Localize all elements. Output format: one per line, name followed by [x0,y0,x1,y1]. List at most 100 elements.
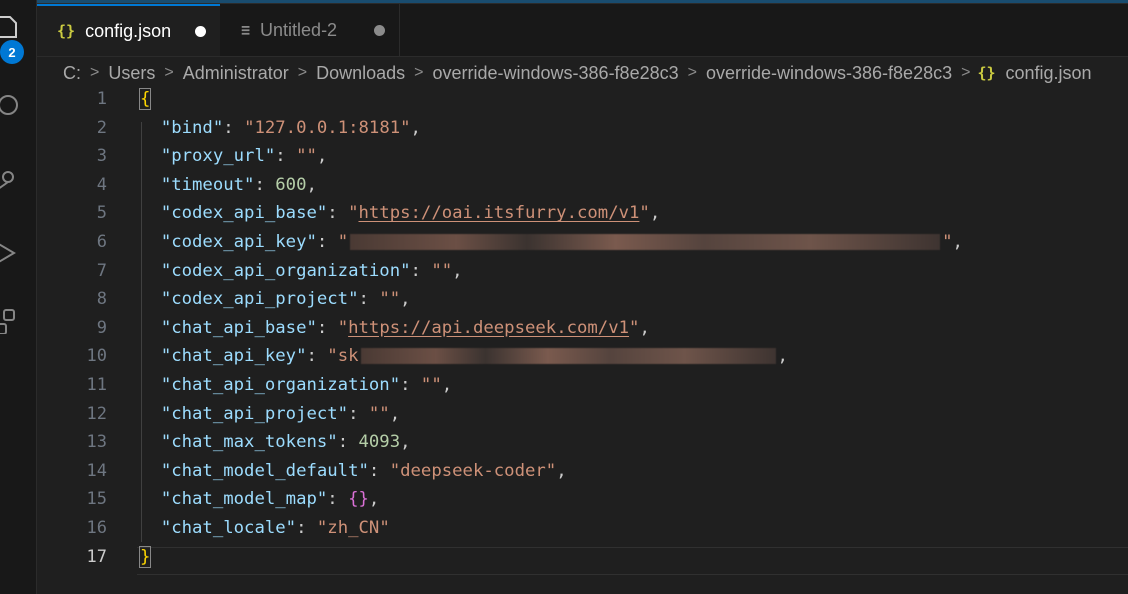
breadcrumb-item[interactable]: override-windows-386-f8e28c3 [430,63,680,84]
code-line[interactable]: "chat_api_organization": "", [140,375,963,404]
code-line[interactable]: "codex_api_project": "", [140,289,963,318]
line-number: 8 [96,289,107,310]
comma: , [639,317,650,338]
colon: : [254,174,276,195]
json-file-icon: {} [977,64,996,82]
chevron-right-icon: > [961,64,971,81]
breadcrumb-item[interactable]: Administrator [181,63,291,84]
breadcrumb-item[interactable]: Users [106,63,157,84]
code-line[interactable]: "chat_model_default": "deepseek-coder", [140,461,963,490]
json-number-value: 600 [275,174,307,195]
code-line[interactable]: "codex_api_key": " ", [140,232,963,261]
colon: : [296,517,317,538]
json-number-value: 4093 [358,432,401,453]
redacted-secret [360,348,776,365]
json-string-value: "" [296,146,317,167]
code-line[interactable]: } [138,545,963,576]
colon: : [368,460,390,481]
code-line[interactable]: "bind": "127.0.0.1:8181", [140,118,963,147]
json-string-value: "deepseek-coder" [389,460,557,481]
breadcrumb-item[interactable]: C: [61,63,83,84]
line-number: 1 [96,89,107,109]
code-line[interactable]: "chat_api_key": "sk, [140,346,963,375]
tab-untitled-2[interactable]: ≡ Untitled-2 [221,4,400,56]
comma: , [316,146,328,167]
search-icon[interactable] [0,92,20,118]
line-number: 14 [86,460,107,481]
code-editor[interactable]: 1 2 3 4 5 6 7 8 9 10 11 12 13 14 15 16 17 { "bind": "127… [37,88,1128,594]
line-number: 5 [96,203,107,224]
line-number: 9 [96,317,107,338]
json-key: "chat_api_organization" [160,374,401,395]
json-url-value[interactable]: https://api.deepseek.com/v1 [348,318,629,338]
json-string-quote: " [337,317,349,338]
breadcrumb: C: > Users > Administrator > Downloads >… [37,57,1128,89]
code-line[interactable]: { [138,88,963,118]
json-key: "codex_api_organization" [160,260,411,281]
code-line[interactable]: "timeout": 600, [140,175,963,204]
code-line[interactable]: "chat_locale": "zh_CN" [140,518,963,547]
comma: , [389,403,401,424]
code-content[interactable]: { "bind": "127.0.0.1:8181", "proxy_url":… [138,88,963,576]
code-line[interactable]: "chat_api_base": "https://api.deepseek.c… [140,318,963,347]
colon: : [306,346,328,367]
unsaved-dot-icon[interactable] [195,25,206,37]
code-line[interactable]: "chat_max_tokens": 4093, [140,432,963,461]
comma: , [777,346,788,367]
line-number: 3 [96,146,107,167]
line-number: 17 [86,546,107,567]
line-number: 11 [86,374,107,395]
line-number: 6 [96,231,107,252]
code-line[interactable]: "proxy_url": "", [140,146,963,175]
json-object-value: {} [348,489,369,510]
json-string-value: " [337,231,349,252]
chevron-right-icon: > [297,64,308,81]
json-string-value: "sk [327,346,359,367]
chevron-right-icon: > [414,64,424,81]
tab-bar: {} config.json ≡ Untitled-2 [37,4,1128,57]
json-key: "codex_api_base" [160,203,328,224]
unsaved-dot-icon[interactable] [374,24,385,36]
comma: , [556,460,567,481]
comma: , [649,203,661,224]
breadcrumb-item[interactable]: Downloads [314,63,407,84]
explorer-badge: 2 [0,40,24,64]
source-control-icon[interactable] [0,167,20,193]
extensions-icon[interactable] [0,308,20,335]
json-key: "chat_model_map" [160,489,328,510]
explorer-icon[interactable] [0,14,20,40]
comma: , [400,289,411,310]
tab-label: Untitled-2 [260,19,338,40]
json-string-value: "" [420,374,442,395]
json-key: "chat_api_base" [160,317,317,338]
breadcrumb-item[interactable]: override-windows-386-f8e28c3 [704,63,954,84]
json-url-value[interactable]: https://oai.itsfurry.com/v1 [359,203,640,223]
close-brace: } [138,545,152,568]
colon: : [316,231,338,252]
json-key: "chat_model_default" [160,460,369,481]
colon: : [327,203,349,224]
comma: , [410,117,421,138]
json-string-value: "" [368,403,390,424]
code-line[interactable]: "codex_api_organization": "", [140,261,963,290]
json-string-value: " [942,231,953,252]
line-number: 15 [86,489,107,510]
run-debug-icon[interactable] [0,240,20,266]
comma: , [400,432,411,453]
code-line[interactable]: "chat_api_project": "", [140,404,963,433]
line-number: 4 [96,174,107,195]
colon: : [400,374,421,395]
colon: : [358,289,380,310]
line-number: 13 [86,432,107,453]
json-key: "timeout" [160,174,255,195]
tab-config-json[interactable]: {} config.json [37,4,220,56]
comma: , [441,374,453,395]
line-number: 2 [96,117,107,138]
colon: : [337,432,359,453]
json-key: "bind" [160,117,224,138]
json-key: "codex_api_key" [160,231,317,252]
breadcrumb-file[interactable]: config.json [1004,63,1094,84]
line-number: 16 [86,517,107,538]
code-line[interactable]: "codex_api_base": "https://oai.itsfurry.… [140,203,963,232]
code-line[interactable]: "chat_model_map": {}, [140,489,963,518]
